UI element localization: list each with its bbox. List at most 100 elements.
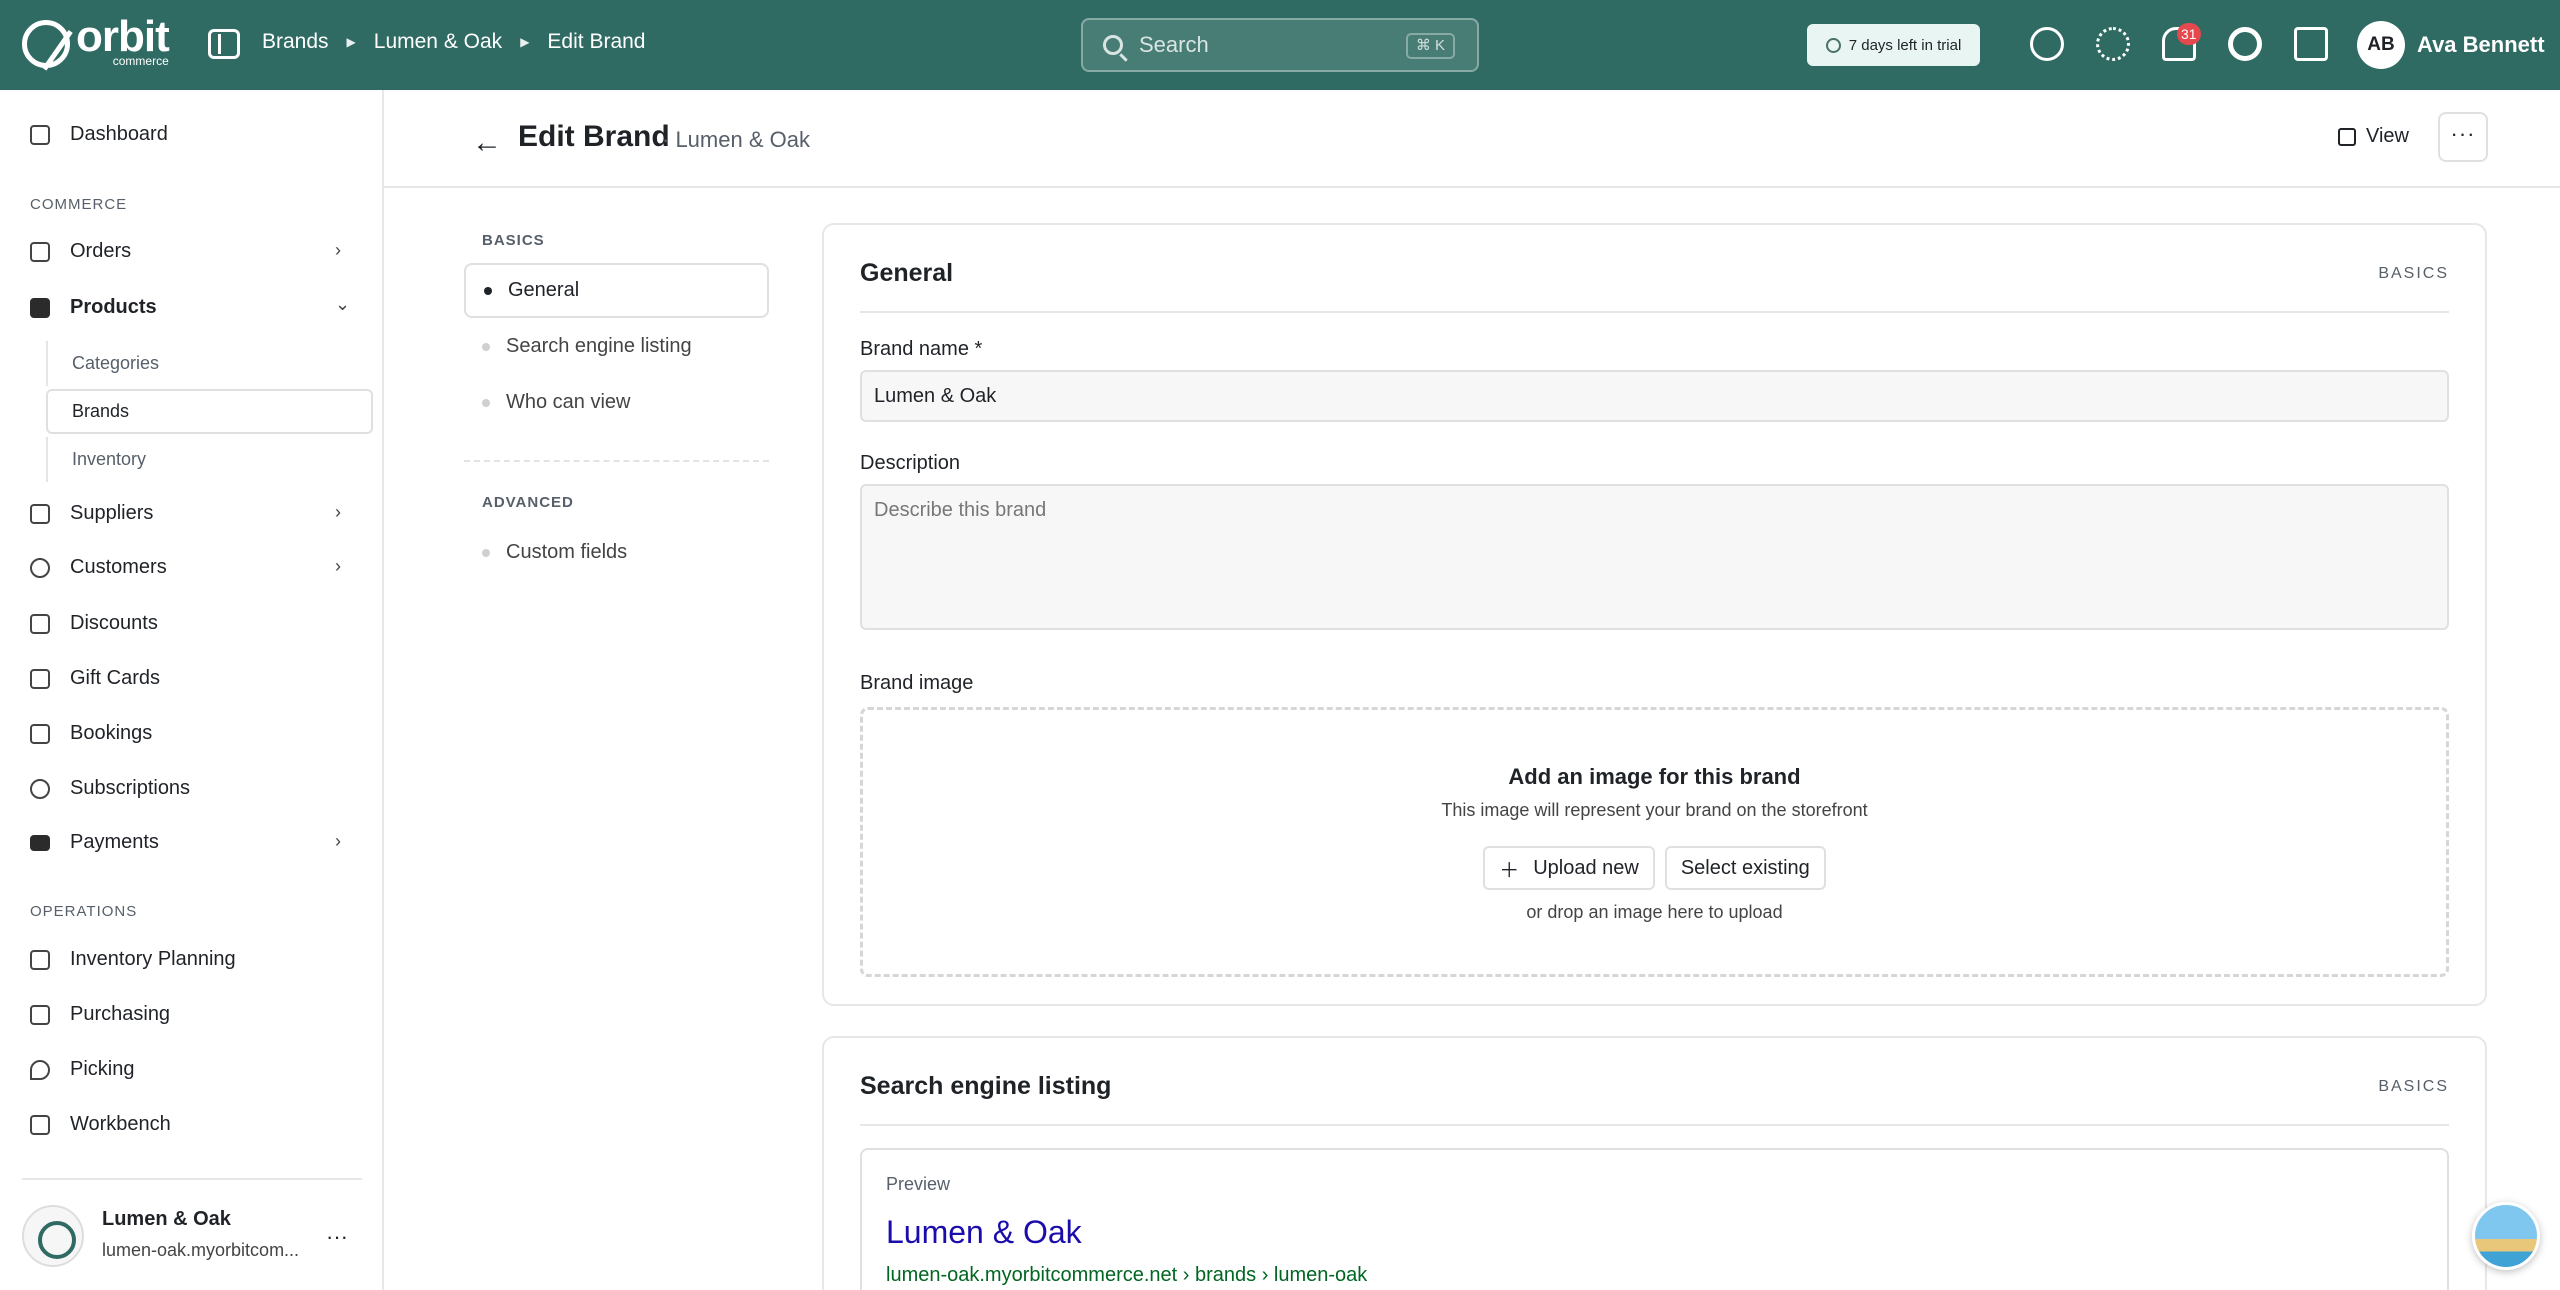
subnav-item-seo[interactable]: Search engine listing xyxy=(464,319,769,374)
sidebar-item-inventory-planning[interactable]: Inventory Planning xyxy=(30,948,236,971)
subnav-label: General xyxy=(508,279,580,301)
sidebar-item-subscriptions[interactable]: Subscriptions xyxy=(30,777,190,800)
view-button[interactable]: View xyxy=(2338,125,2409,148)
sidebar-item-label: Bookings xyxy=(70,722,153,744)
breadcrumb-lumen-oak[interactable]: Lumen & Oak xyxy=(374,30,502,54)
sidebar-toggle-icon[interactable] xyxy=(208,29,240,59)
avatar[interactable]: AB xyxy=(2357,21,2405,69)
bullet-icon xyxy=(482,398,490,407)
user-name[interactable]: Ava Bennett xyxy=(2417,32,2545,58)
sidebar-subitem-brands[interactable]: Brands xyxy=(46,389,373,434)
dropzone-hint: or drop an image here to upload xyxy=(1526,902,1783,922)
help-lifebuoy-icon[interactable] xyxy=(2228,27,2262,61)
card-tag: BASICS xyxy=(2378,1078,2449,1095)
sidebar-item-label: Orders xyxy=(70,240,132,262)
sidebar-item-picking[interactable]: Picking xyxy=(30,1058,134,1081)
chevron-right-icon[interactable]: › xyxy=(335,502,341,523)
more-actions-button[interactable]: ··· xyxy=(2438,112,2488,162)
subnav-item-custom-fields[interactable]: Custom fields xyxy=(464,525,769,580)
store-avatar[interactable] xyxy=(22,1205,84,1267)
sidebar-subitem-categories[interactable]: Categories xyxy=(46,341,373,386)
gift-icon xyxy=(30,668,50,689)
suppliers-building-icon xyxy=(30,503,50,524)
trial-badge[interactable]: 7 days left in trial xyxy=(1807,24,1980,66)
search-shortcut: ⌘ K xyxy=(1405,33,1455,59)
select-existing-button[interactable]: Select existing xyxy=(1664,846,1826,890)
store-name: Lumen & Oak xyxy=(102,1208,231,1230)
sidebar-item-label: Inventory Planning xyxy=(70,948,236,970)
sidebar-item-label: Customers xyxy=(70,556,167,578)
sidebar-item-orders[interactable]: Orders xyxy=(30,240,131,263)
sidebar-item-gift-cards[interactable]: Gift Cards xyxy=(30,667,160,690)
storefront-icon[interactable] xyxy=(2294,27,2328,61)
sidebar-item-label: Suppliers xyxy=(70,502,154,524)
sidebar-item-payments[interactable]: Payments xyxy=(30,831,159,854)
upload-new-label: Upload new xyxy=(1533,856,1639,879)
breadcrumb: Brands ▶ Lumen & Oak ▶ Edit Brand xyxy=(262,30,645,54)
bullet-icon xyxy=(482,548,490,557)
beach-assistant-icon[interactable] xyxy=(2472,1202,2540,1270)
chevron-right-icon[interactable]: › xyxy=(335,240,341,261)
view-label: View xyxy=(2366,125,2409,147)
sidebar-item-dashboard[interactable]: Dashboard xyxy=(30,123,168,146)
subnav-item-who-can-view[interactable]: Who can view xyxy=(464,375,769,430)
clipboard-icon xyxy=(30,949,50,970)
back-arrow-icon[interactable]: ← xyxy=(472,126,502,160)
chevron-right-icon[interactable]: › xyxy=(335,556,341,577)
subnav-section-basics: BASICS xyxy=(482,232,545,249)
breadcrumb-separator-icon: ▶ xyxy=(346,35,356,49)
search-icon xyxy=(1103,35,1123,55)
general-card: General BASICS Brand name * Lumen & Oak … xyxy=(822,223,2487,1006)
subnav-label: Custom fields xyxy=(506,541,628,563)
sidebar-item-customers[interactable]: Customers xyxy=(30,556,167,579)
section-commerce: COMMERCE xyxy=(30,196,128,213)
cart-icon xyxy=(30,1004,50,1025)
brand-name-field[interactable]: Lumen & Oak xyxy=(860,370,2449,422)
sidebar-item-purchasing[interactable]: Purchasing xyxy=(30,1003,170,1026)
section-operations: OPERATIONS xyxy=(30,903,138,920)
dropzone-heading: Add an image for this brand xyxy=(1508,764,1801,789)
sidebar-item-label: Subscriptions xyxy=(70,777,191,799)
orbit-logo-icon xyxy=(22,20,70,68)
card-divider xyxy=(860,311,2449,313)
breadcrumb-separator-icon: ▶ xyxy=(520,35,530,49)
credit-card-icon xyxy=(30,834,50,851)
sidebar-item-label: Picking xyxy=(70,1058,135,1080)
breadcrumb-brands[interactable]: Brands xyxy=(262,30,329,54)
store-menu-icon[interactable]: ··· xyxy=(326,1224,348,1250)
sidebar-item-bookings[interactable]: Bookings xyxy=(30,722,152,745)
preview-title-link[interactable]: Lumen & Oak xyxy=(886,1214,1082,1251)
sidebar-subitem-inventory[interactable]: Inventory xyxy=(46,437,373,482)
upload-new-button[interactable]: ＋ Upload new xyxy=(1483,846,1655,890)
customers-icon xyxy=(30,557,50,578)
chevron-right-icon[interactable]: › xyxy=(335,831,341,852)
workbench-icon xyxy=(30,1114,50,1135)
sidebar-item-workbench[interactable]: Workbench xyxy=(30,1113,171,1136)
image-dropzone[interactable]: Add an image for this brand This image w… xyxy=(860,707,2449,977)
location-pin-icon xyxy=(30,1059,50,1080)
page-title: Edit Brand xyxy=(518,120,670,153)
top-bar: orbit commerce Brands ▶ Lumen & Oak ▶ Ed… xyxy=(0,0,2560,90)
seo-card: Search engine listing BASICS Preview Lum… xyxy=(822,1036,2487,1290)
dropzone-text: This image will represent your brand on … xyxy=(1441,800,1868,820)
theme-sun-icon[interactable] xyxy=(2096,27,2130,61)
orbit-logo[interactable]: orbit commerce xyxy=(22,12,170,70)
chevron-down-icon[interactable]: ⌄ xyxy=(335,294,350,315)
breadcrumb-edit-brand: Edit Brand xyxy=(547,30,646,53)
refresh-icon xyxy=(30,778,50,799)
card-title: General xyxy=(860,259,954,287)
sidebar-item-discounts[interactable]: Discounts xyxy=(30,612,158,635)
feedback-icon[interactable] xyxy=(2030,27,2064,61)
search-placeholder: Search xyxy=(1139,32,1209,57)
plus-icon: ＋ xyxy=(1499,859,1520,882)
search-input[interactable]: Search ⌘ K xyxy=(1081,18,1479,72)
calendar-icon xyxy=(30,723,50,744)
subnav-section-advanced: ADVANCED xyxy=(482,494,574,511)
sidebar-item-label: Products xyxy=(70,296,157,318)
bullet-icon xyxy=(482,342,490,351)
subnav-item-general[interactable]: General xyxy=(464,263,769,318)
description-textarea[interactable]: Describe this brand xyxy=(860,484,2449,630)
sidebar-item-products[interactable]: Products xyxy=(30,296,157,319)
sidebar-item-suppliers[interactable]: Suppliers xyxy=(30,502,153,525)
logo-word: orbit xyxy=(76,12,170,61)
